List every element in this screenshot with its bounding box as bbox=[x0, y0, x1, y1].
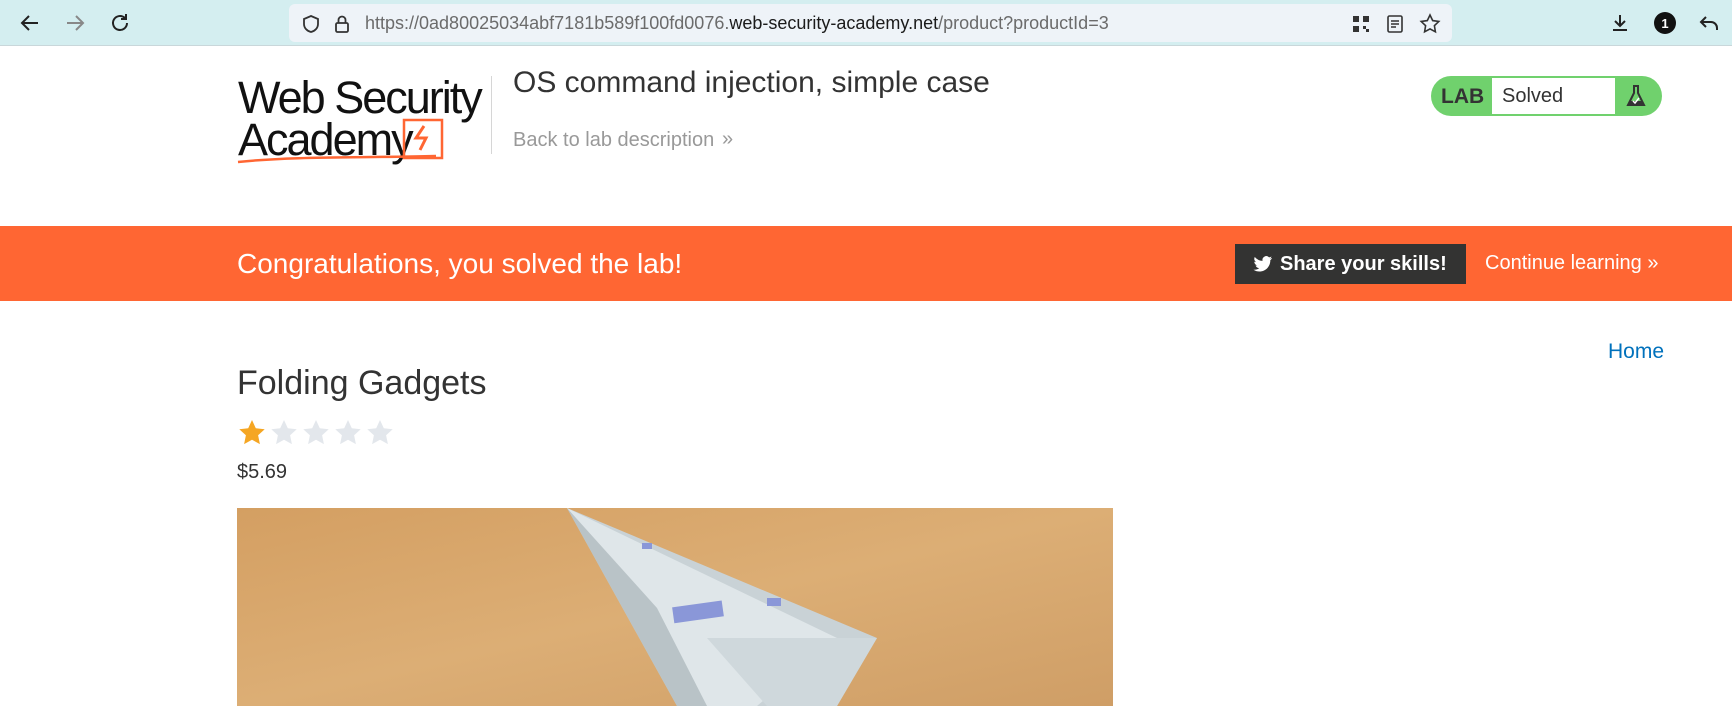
star-empty-icon bbox=[303, 420, 329, 445]
product-price: $5.69 bbox=[237, 461, 288, 483]
star-empty-icon bbox=[271, 420, 297, 445]
lab-title: OS command injection, simple case bbox=[513, 66, 990, 99]
account-badge[interactable]: 1 bbox=[1654, 12, 1676, 34]
solved-banner: Congratulations, you solved the lab! Sha… bbox=[0, 226, 1732, 301]
url-prefix: https://0ad80025034abf7181b589f100fd0076… bbox=[365, 13, 730, 33]
browser-toolbar: https://0ad80025034abf7181b589f100fd0076… bbox=[0, 0, 1732, 46]
twitter-icon bbox=[1253, 256, 1272, 272]
double-chevron-right-icon: » bbox=[1647, 252, 1659, 274]
lab-badge: LAB bbox=[1441, 85, 1485, 108]
url-path: /product?productId=3 bbox=[938, 13, 1109, 33]
back-arrow-icon[interactable] bbox=[15, 8, 45, 38]
logo-mark-icon bbox=[237, 118, 444, 164]
home-link[interactable]: Home bbox=[1608, 340, 1664, 364]
qr-code-icon[interactable] bbox=[1350, 13, 1372, 35]
url-host: web-security-academy.net bbox=[729, 13, 939, 33]
star-empty-icon bbox=[367, 420, 393, 445]
product-image bbox=[237, 508, 1113, 706]
lock-icon[interactable] bbox=[331, 13, 353, 35]
share-skills-label: Share your skills! bbox=[1280, 253, 1447, 275]
share-skills-button[interactable]: Share your skills! bbox=[1235, 244, 1466, 284]
continue-learning-link[interactable]: Continue learning » bbox=[1485, 252, 1658, 275]
double-chevron-right-icon: » bbox=[722, 128, 734, 150]
star-rating bbox=[237, 418, 395, 448]
product-title: Folding Gadgets bbox=[237, 364, 487, 402]
congratulations-message: Congratulations, you solved the lab! bbox=[237, 248, 683, 279]
lab-status-text: Solved bbox=[1502, 85, 1564, 107]
download-icon[interactable] bbox=[1608, 11, 1632, 35]
back-to-lab-description-link[interactable]: Back to lab description bbox=[513, 129, 714, 152]
undo-arrow-icon[interactable] bbox=[1697, 11, 1721, 35]
forward-arrow-icon[interactable] bbox=[60, 8, 90, 38]
lab-status-widget: LAB Solved bbox=[1431, 76, 1662, 116]
reload-icon[interactable] bbox=[105, 8, 135, 38]
url-text[interactable]: https://0ad80025034abf7181b589f100fd0076… bbox=[365, 13, 1109, 34]
bookmark-star-icon[interactable] bbox=[1419, 13, 1441, 35]
shield-icon[interactable] bbox=[300, 13, 322, 35]
lab-status-box: Solved bbox=[1492, 78, 1615, 114]
reader-view-icon[interactable] bbox=[1384, 13, 1406, 35]
web-security-academy-logo[interactable]: Web Security Academy bbox=[236, 72, 490, 165]
continue-learning-label: Continue learning bbox=[1485, 252, 1642, 274]
flask-icon bbox=[1626, 85, 1646, 106]
header-divider bbox=[491, 76, 492, 154]
address-bar[interactable]: https://0ad80025034abf7181b589f100fd0076… bbox=[289, 4, 1452, 42]
star-filled-icon bbox=[239, 420, 265, 445]
star-empty-icon bbox=[335, 420, 361, 445]
